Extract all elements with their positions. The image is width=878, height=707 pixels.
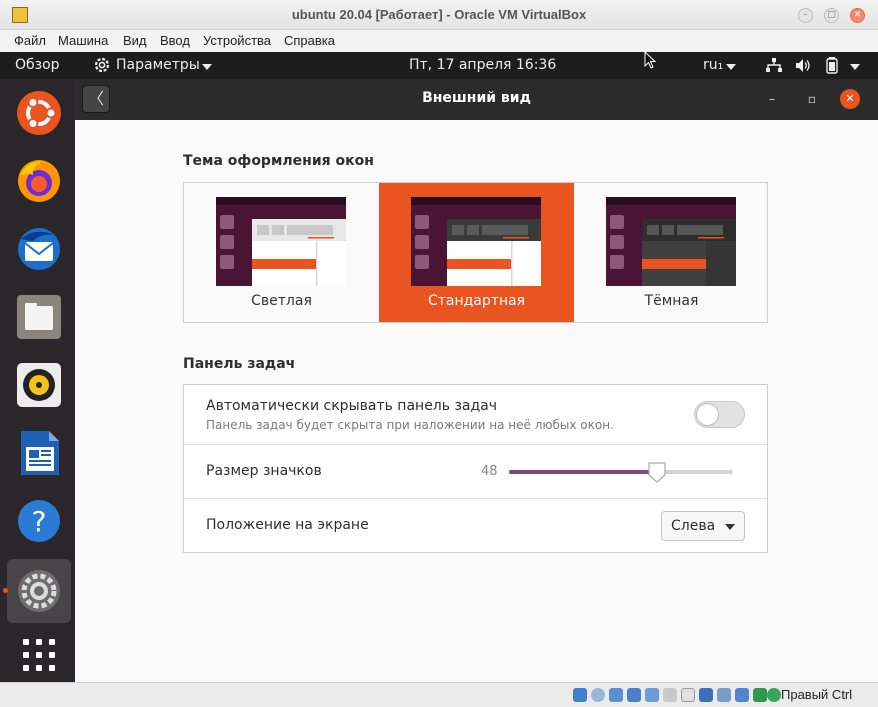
menu-file[interactable]: Файл — [14, 33, 46, 48]
svg-text:?: ? — [32, 505, 47, 538]
network-adapter-icon[interactable] — [627, 688, 641, 702]
minimize-icon[interactable]: – — [798, 8, 813, 23]
keyboard-caret-icon — [726, 64, 736, 70]
gnome-topbar: Обзор Параметры Пт, 17 апреля 16:36 ru₁ — [0, 52, 878, 79]
slider-fill — [509, 470, 657, 474]
position-row: Положение на экране Слева — [184, 499, 767, 552]
dock: ? — [0, 79, 75, 682]
clock[interactable]: Пт, 17 апреля 16:36 — [409, 57, 556, 73]
files-icon[interactable] — [15, 293, 63, 341]
optical-drive-icon[interactable] — [591, 688, 605, 702]
theme-option-standard[interactable]: Стандартная — [379, 183, 574, 322]
help-icon[interactable]: ? — [15, 497, 63, 545]
vbox-statusbar: Правый Ctrl — [0, 682, 878, 707]
show-apps-icon[interactable] — [15, 631, 63, 679]
vbox-titlebar: ubuntu 20.04 [Работает] - Oracle VM Virt… — [0, 0, 878, 30]
autohide-toggle[interactable] — [694, 401, 745, 428]
icon-size-slider[interactable] — [509, 462, 733, 483]
theme-label-light: Светлая — [251, 293, 312, 309]
usb-icon[interactable] — [645, 688, 659, 702]
theme-standard-preview-icon — [411, 197, 541, 286]
menu-help[interactable]: Справка — [284, 33, 335, 48]
icon-size-row: Размер значков 48 — [184, 445, 767, 499]
icon-size-label: Размер значков — [206, 463, 322, 479]
maximize-icon[interactable]: □ — [824, 8, 839, 23]
position-dropdown[interactable]: Слева — [661, 511, 745, 541]
autohide-sublabel: Панель задач будет скрыта при наложении … — [206, 418, 614, 432]
theme-option-dark[interactable]: Тёмная — [574, 183, 769, 322]
window-minimize-icon[interactable]: – — [762, 89, 782, 109]
shared-folders-icon[interactable] — [663, 688, 677, 702]
toggle-knob — [696, 403, 719, 426]
settings-gear-icon — [93, 56, 111, 78]
thunderbird-icon[interactable] — [15, 225, 63, 273]
keyboard-layout[interactable]: ru₁ — [703, 57, 723, 73]
settings-headerbar: 〈 Внешний вид – ▫ ✕ — [75, 79, 878, 120]
theme-light-preview-icon — [216, 197, 346, 286]
dock-running-indicator — [3, 588, 8, 593]
theme-dark-preview-icon — [606, 197, 736, 286]
mouse-cursor-icon — [644, 50, 657, 73]
display-icon[interactable] — [681, 688, 695, 702]
window-theme-title: Тема оформления окон — [183, 153, 374, 169]
window-title: ubuntu 20.04 [Работает] - Oracle VM Virt… — [291, 7, 587, 22]
icon-size-value: 48 — [481, 464, 498, 479]
app-menu-caret-icon — [202, 64, 212, 70]
hard-disk-icon[interactable] — [573, 688, 587, 702]
autohide-row[interactable]: Автоматически скрывать панель задач Пане… — [184, 385, 767, 445]
host-key-label: Правый Ctrl — [781, 687, 853, 702]
close-icon[interactable]: ✕ — [850, 8, 865, 23]
position-value: Слева — [671, 518, 716, 534]
theme-label-dark: Тёмная — [644, 293, 699, 309]
rhythmbox-icon[interactable] — [15, 361, 63, 409]
system-menu-caret-icon[interactable] — [850, 64, 860, 70]
settings-content: Тема оформления окон Светлая Стандартная… — [75, 120, 878, 682]
window-close-icon[interactable]: ✕ — [840, 89, 860, 109]
network-icon[interactable] — [766, 58, 782, 77]
page-title: Внешний вид — [422, 90, 531, 106]
theme-label-standard: Стандартная — [427, 293, 526, 309]
video-capture-icon[interactable] — [699, 688, 713, 702]
guest-additions-icon[interactable] — [753, 688, 767, 702]
app-menu-button[interactable]: Параметры — [116, 57, 200, 73]
menu-input[interactable]: Ввод — [160, 33, 190, 48]
window-maximize-icon[interactable]: ▫ — [802, 89, 822, 109]
keyboard-capture-icon[interactable] — [717, 688, 731, 702]
ubuntu-software-icon[interactable] — [15, 89, 63, 137]
menu-devices[interactable]: Устройства — [203, 33, 271, 48]
menu-view[interactable]: Вид — [123, 33, 147, 48]
mouse-integration-icon[interactable] — [735, 688, 749, 702]
theme-selector: Светлая Стандартная Тёмная — [183, 182, 768, 323]
vbox-menubar: Файл Машина Вид Ввод Устройства Справка — [0, 30, 878, 52]
battery-icon[interactable] — [825, 57, 839, 78]
firefox-icon[interactable] — [15, 157, 63, 205]
menu-machine[interactable]: Машина — [58, 33, 108, 48]
libreoffice-writer-icon[interactable] — [15, 429, 63, 477]
dock-section-title: Панель задач — [183, 356, 296, 372]
volume-icon[interactable] — [795, 58, 811, 77]
slider-handle[interactable] — [647, 461, 667, 483]
dock-settings-list: Автоматически скрывать панель задач Пане… — [183, 384, 768, 553]
chevron-down-icon — [725, 524, 735, 530]
host-key-icon — [767, 688, 781, 702]
settings-icon[interactable] — [15, 567, 63, 615]
position-label: Положение на экране — [206, 517, 369, 533]
audio-icon[interactable] — [609, 688, 623, 702]
activities-button[interactable]: Обзор — [15, 57, 60, 73]
autohide-label: Автоматически скрывать панель задач — [206, 398, 498, 414]
theme-option-light[interactable]: Светлая — [184, 183, 379, 322]
